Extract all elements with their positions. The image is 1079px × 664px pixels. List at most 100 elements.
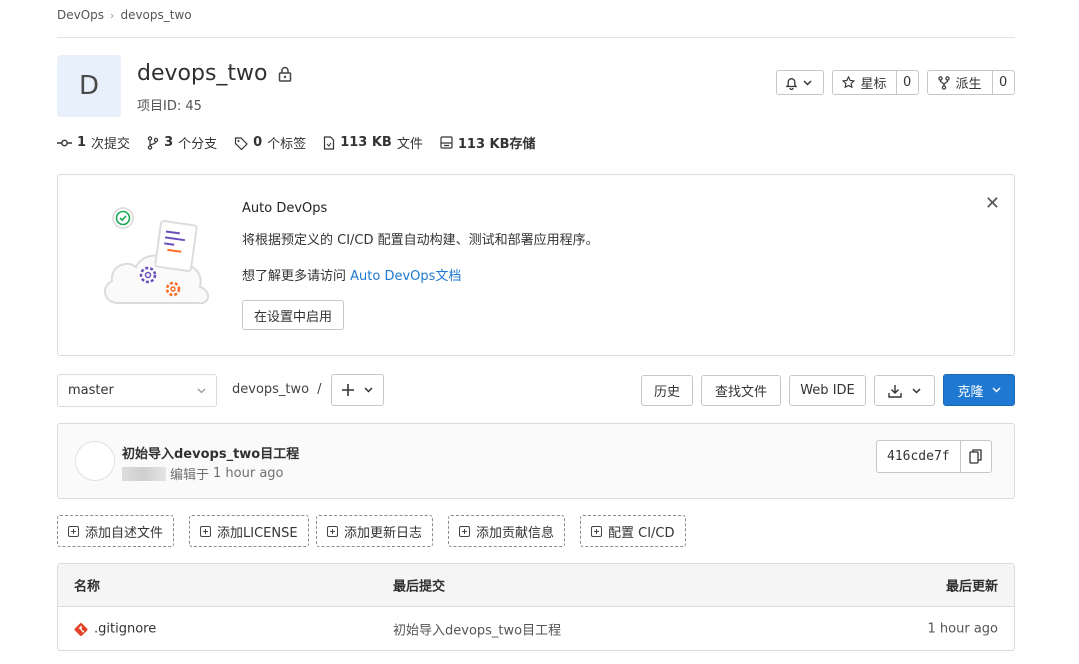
add-readme-label: 添加自述文件 bbox=[85, 525, 164, 541]
edited-label: 编辑于 bbox=[170, 468, 210, 483]
file-tree-table: 名称 最后提交 最后更新 .gitignore 初始导入devops_two目工… bbox=[57, 563, 1015, 651]
copy-sha-button[interactable] bbox=[961, 441, 991, 472]
chevron-down-icon bbox=[803, 79, 812, 86]
clone-dropdown-button[interactable]: 克隆 bbox=[943, 374, 1015, 406]
web-ide-button[interactable]: Web IDE bbox=[789, 375, 866, 406]
repo-path: devops_two / bbox=[232, 382, 322, 397]
chevron-down-icon bbox=[364, 387, 373, 393]
branches-count: 3 bbox=[164, 135, 174, 150]
add-changelog-button[interactable]: 添加更新日志 bbox=[316, 515, 434, 547]
branch-icon bbox=[147, 135, 159, 150]
breadcrumb: DevOps › devops_two bbox=[57, 8, 192, 22]
fork-button[interactable]: 派生 0 bbox=[927, 70, 1015, 95]
stat-commits[interactable]: 1 次提交 bbox=[57, 133, 130, 152]
file-name[interactable]: .gitignore bbox=[94, 622, 156, 637]
copy-icon bbox=[969, 449, 982, 464]
commit-meta: 编辑于 1 hour ago bbox=[122, 464, 284, 483]
storage-icon bbox=[440, 136, 453, 149]
add-contributing-button[interactable]: 添加贡献信息 bbox=[448, 515, 566, 547]
path-root-link[interactable]: devops_two bbox=[232, 382, 309, 397]
commit-icon bbox=[57, 139, 72, 146]
auto-devops-description: 将根据预定义的 CI/CD 配置自动构建、测试和部署应用程序。 bbox=[242, 233, 599, 248]
stat-branches[interactable]: 3 个分支 bbox=[147, 133, 217, 152]
learn-more-text: 想了解更多请访问 bbox=[242, 269, 347, 284]
auto-devops-learn-more: 想了解更多请访问 Auto DevOps文档 bbox=[242, 265, 461, 284]
auto-devops-illustration bbox=[103, 207, 209, 305]
find-file-button[interactable]: 查找文件 bbox=[701, 375, 781, 406]
plus-square-icon bbox=[591, 525, 602, 537]
add-readme-button[interactable]: 添加自述文件 bbox=[57, 515, 175, 547]
notification-dropdown[interactable] bbox=[776, 70, 824, 95]
file-commit-message[interactable]: 初始导入devops_two目工程 bbox=[393, 620, 561, 639]
auto-devops-banner: Auto DevOps 将根据预定义的 CI/CD 配置自动构建、测试和部署应用… bbox=[57, 174, 1015, 356]
branch-name: master bbox=[68, 383, 114, 398]
download-icon bbox=[888, 384, 902, 398]
project-avatar: D bbox=[57, 55, 121, 117]
auto-devops-docs-link[interactable]: Auto DevOps文档 bbox=[350, 269, 461, 284]
plus-square-icon bbox=[200, 525, 211, 537]
plus-square-icon bbox=[327, 525, 338, 537]
commit-sha[interactable]: 416cde7f bbox=[877, 441, 961, 472]
files-size: 113 KB bbox=[340, 135, 392, 150]
file-icon bbox=[324, 135, 335, 150]
tags-label: 个标签 bbox=[267, 137, 307, 152]
add-to-tree-dropdown[interactable] bbox=[331, 374, 384, 406]
fork-label: 派生 bbox=[955, 77, 982, 92]
stat-tags[interactable]: 0 个标签 bbox=[234, 133, 306, 152]
storage-size: 113 KB bbox=[457, 137, 510, 152]
project-id: 项目ID: 45 bbox=[137, 99, 202, 114]
project-title: devops_two bbox=[137, 61, 292, 86]
breadcrumb-project-link[interactable]: devops_two bbox=[120, 8, 191, 22]
chevron-down-icon bbox=[912, 387, 921, 394]
breadcrumb-group-link[interactable]: DevOps bbox=[57, 8, 104, 22]
branches-label: 个分支 bbox=[178, 137, 218, 152]
header-last-commit: 最后提交 bbox=[393, 579, 446, 595]
star-icon bbox=[842, 76, 856, 89]
add-license-label: 添加LICENSE bbox=[217, 525, 298, 541]
table-header: 名称 最后提交 最后更新 bbox=[58, 564, 1014, 607]
plus-icon bbox=[342, 384, 354, 396]
chevron-right-icon: › bbox=[110, 8, 115, 22]
table-row[interactable]: .gitignore 初始导入devops_two目工程 1 hour ago bbox=[58, 607, 1014, 651]
stat-files[interactable]: 113 KB 文件 bbox=[323, 133, 423, 152]
close-icon[interactable]: ✕ bbox=[985, 193, 1000, 214]
commit-author-name[interactable] bbox=[122, 466, 166, 481]
star-label: 星标 bbox=[860, 77, 887, 92]
project-name: devops_two bbox=[137, 61, 268, 86]
chevron-down-icon bbox=[197, 388, 206, 393]
header-last-update: 最后更新 bbox=[945, 579, 998, 595]
star-button[interactable]: 星标 0 bbox=[832, 70, 919, 95]
commits-label: 次提交 bbox=[91, 137, 131, 152]
plus-square-icon bbox=[459, 525, 470, 537]
fork-count[interactable]: 0 bbox=[992, 71, 1013, 94]
auto-devops-title: Auto DevOps bbox=[242, 201, 328, 216]
add-license-button[interactable]: 添加LICENSE bbox=[189, 515, 309, 547]
commits-count: 1 bbox=[77, 135, 87, 150]
enable-in-settings-button[interactable]: 在设置中启用 bbox=[242, 300, 345, 330]
lock-icon bbox=[278, 66, 291, 82]
add-changelog-label: 添加更新日志 bbox=[344, 525, 423, 541]
path-separator: / bbox=[317, 382, 322, 397]
bell-icon bbox=[785, 77, 798, 90]
plus-square-icon bbox=[68, 525, 79, 537]
history-button[interactable]: 历史 bbox=[641, 375, 693, 406]
clone-label: 克隆 bbox=[957, 384, 984, 400]
commit-title-link[interactable]: 初始导入devops_two目工程 bbox=[122, 443, 299, 462]
project-stats: 1 次提交 3 个分支 0 个标签 113 KB 文件 113 KB存储 bbox=[57, 133, 536, 152]
last-commit-panel: 初始导入devops_two目工程 编辑于 1 hour ago 416cde7… bbox=[57, 423, 1015, 499]
files-label: 文件 bbox=[396, 137, 423, 152]
star-count[interactable]: 0 bbox=[896, 71, 917, 94]
commit-sha-group: 416cde7f bbox=[876, 440, 992, 473]
commit-author-avatar[interactable] bbox=[75, 441, 115, 481]
download-dropdown[interactable] bbox=[874, 375, 935, 406]
branch-select[interactable]: master bbox=[57, 374, 217, 407]
stat-storage: 113 KB存储 bbox=[440, 133, 536, 152]
tags-count: 0 bbox=[253, 135, 263, 150]
header-name: 名称 bbox=[74, 579, 101, 595]
setup-ci-cd-label: 配置 CI/CD bbox=[608, 525, 675, 541]
setup-ci-cd-button[interactable]: 配置 CI/CD bbox=[580, 515, 686, 547]
tag-icon bbox=[235, 136, 248, 150]
file-name-cell[interactable]: .gitignore bbox=[74, 622, 156, 637]
add-contributing-label: 添加贡献信息 bbox=[476, 525, 555, 541]
file-updated-time: 1 hour ago bbox=[927, 621, 998, 637]
